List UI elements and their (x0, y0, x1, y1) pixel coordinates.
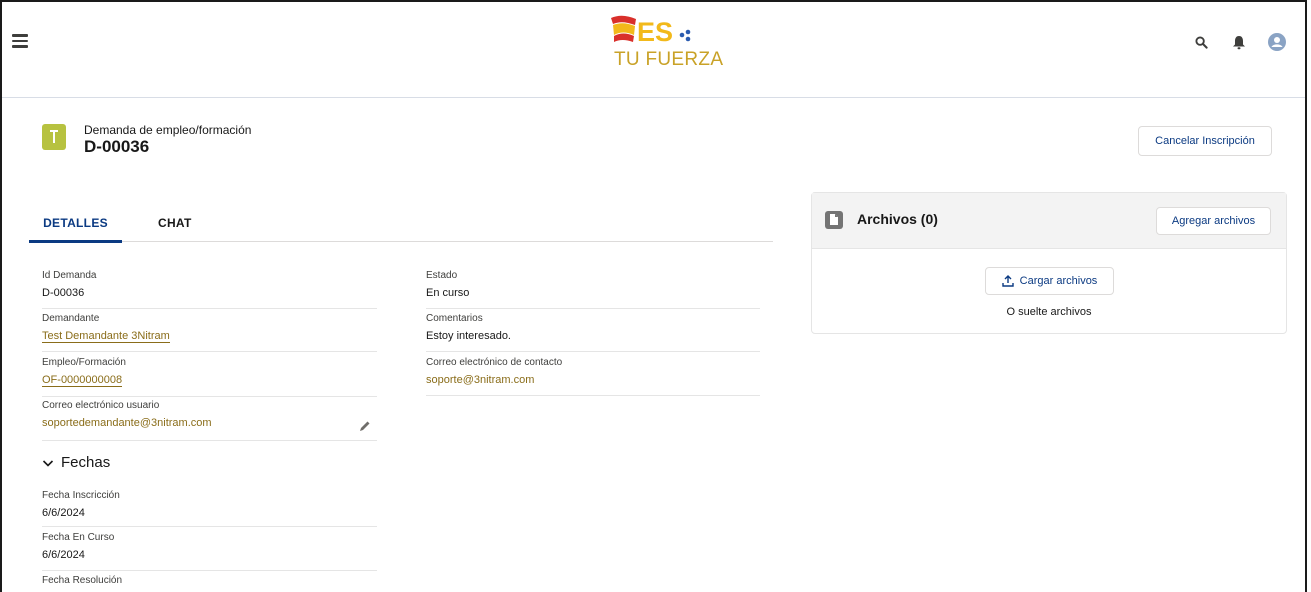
field-label: Correo electrónico de contacto (426, 357, 563, 368)
tab-chat[interactable]: CHAT (158, 216, 192, 230)
app-frame: ES TU FUERZA Demanda de empleo/formación… (0, 0, 1307, 592)
files-title: Archivos (0) (857, 211, 938, 227)
field-label: Correo electrónico usuario (42, 400, 160, 411)
field-fecha-inscripcion: Fecha Inscricción 6/6/2024 (42, 489, 377, 527)
field-value: D-00036 (42, 287, 85, 299)
correo-contacto-link[interactable]: soporte@3nitram.com (426, 374, 534, 386)
file-icon (825, 211, 843, 229)
tab-bar: DETALLES CHAT (29, 207, 773, 243)
empleo-link[interactable]: OF-0000000008 (42, 374, 123, 387)
cancel-inscription-button[interactable]: Cancelar Inscripción (1138, 126, 1272, 156)
correo-usuario-link[interactable]: soportedemandante@3nitram.com (42, 417, 212, 429)
field-label: Fecha Inscricción (42, 490, 120, 501)
field-correo-contacto: Correo electrónico de contacto soporte@3… (426, 356, 760, 396)
top-header: ES TU FUERZA (2, 2, 1305, 98)
field-comentarios: Comentarios Estoy interesado. (426, 312, 760, 352)
add-files-button[interactable]: Agregar archivos (1156, 207, 1271, 235)
header-icons (1173, 32, 1287, 52)
record-type-icon (42, 124, 66, 150)
field-label: Empleo/Formación (42, 357, 126, 368)
demandante-link[interactable]: Test Demandante 3Nitram (42, 330, 170, 343)
field-estado: Estado En curso (426, 269, 760, 309)
field-empleo-formacion: Empleo/Formación OF-0000000008 (42, 356, 377, 397)
files-card-header: Archivos (0) Agregar archivos (812, 193, 1286, 249)
section-fechas-title: Fechas (61, 454, 111, 471)
field-label: Fecha Resolución (42, 575, 123, 586)
edit-pencil-icon[interactable] (359, 420, 371, 432)
field-label: Estado (426, 270, 458, 281)
field-correo-usuario: Correo electrónico usuario soportedemand… (42, 399, 377, 441)
upload-files-label: Cargar archivos (1019, 275, 1098, 287)
field-value: Estoy interesado. (426, 330, 511, 342)
logo-subtitle: TU FUERZA (614, 49, 724, 70)
upload-icon (1001, 275, 1014, 287)
field-label: Comentarios (426, 313, 483, 324)
field-label: Fecha En Curso (42, 532, 115, 543)
drop-files-text: O suelte archivos (1006, 306, 1092, 318)
logo-text: ES (637, 17, 673, 46)
record-object-label: Demanda de empleo/formación (84, 123, 252, 137)
tab-detalles[interactable]: DETALLES (29, 216, 122, 243)
record-title: D-00036 (84, 137, 150, 156)
bell-icon[interactable] (1229, 32, 1249, 52)
files-card: Archivos (0) Agregar archivos Cargar arc… (811, 192, 1287, 334)
field-fecha-resolucion: Fecha Resolución (42, 574, 377, 592)
chevron-down-icon (42, 459, 54, 467)
field-value: En curso (426, 287, 470, 299)
field-label: Demandante (42, 313, 100, 324)
field-value: 6/6/2024 (42, 507, 85, 519)
upload-files-button[interactable]: Cargar archivos (985, 267, 1114, 295)
field-fecha-en-curso: Fecha En Curso 6/6/2024 (42, 531, 377, 571)
field-id-demanda: Id Demanda D-00036 (42, 269, 377, 309)
search-icon[interactable] (1191, 32, 1211, 52)
field-value: 6/6/2024 (42, 549, 85, 561)
section-fechas-toggle[interactable]: Fechas (42, 454, 110, 471)
app-logo[interactable]: ES TU FUERZA (608, 14, 723, 74)
field-demandante: Demandante Test Demandante 3Nitram (42, 312, 377, 352)
menu-icon[interactable] (12, 34, 28, 48)
field-label: Id Demanda (42, 270, 97, 281)
user-avatar-icon[interactable] (1267, 32, 1287, 52)
logo-mark: ES (611, 15, 691, 46)
